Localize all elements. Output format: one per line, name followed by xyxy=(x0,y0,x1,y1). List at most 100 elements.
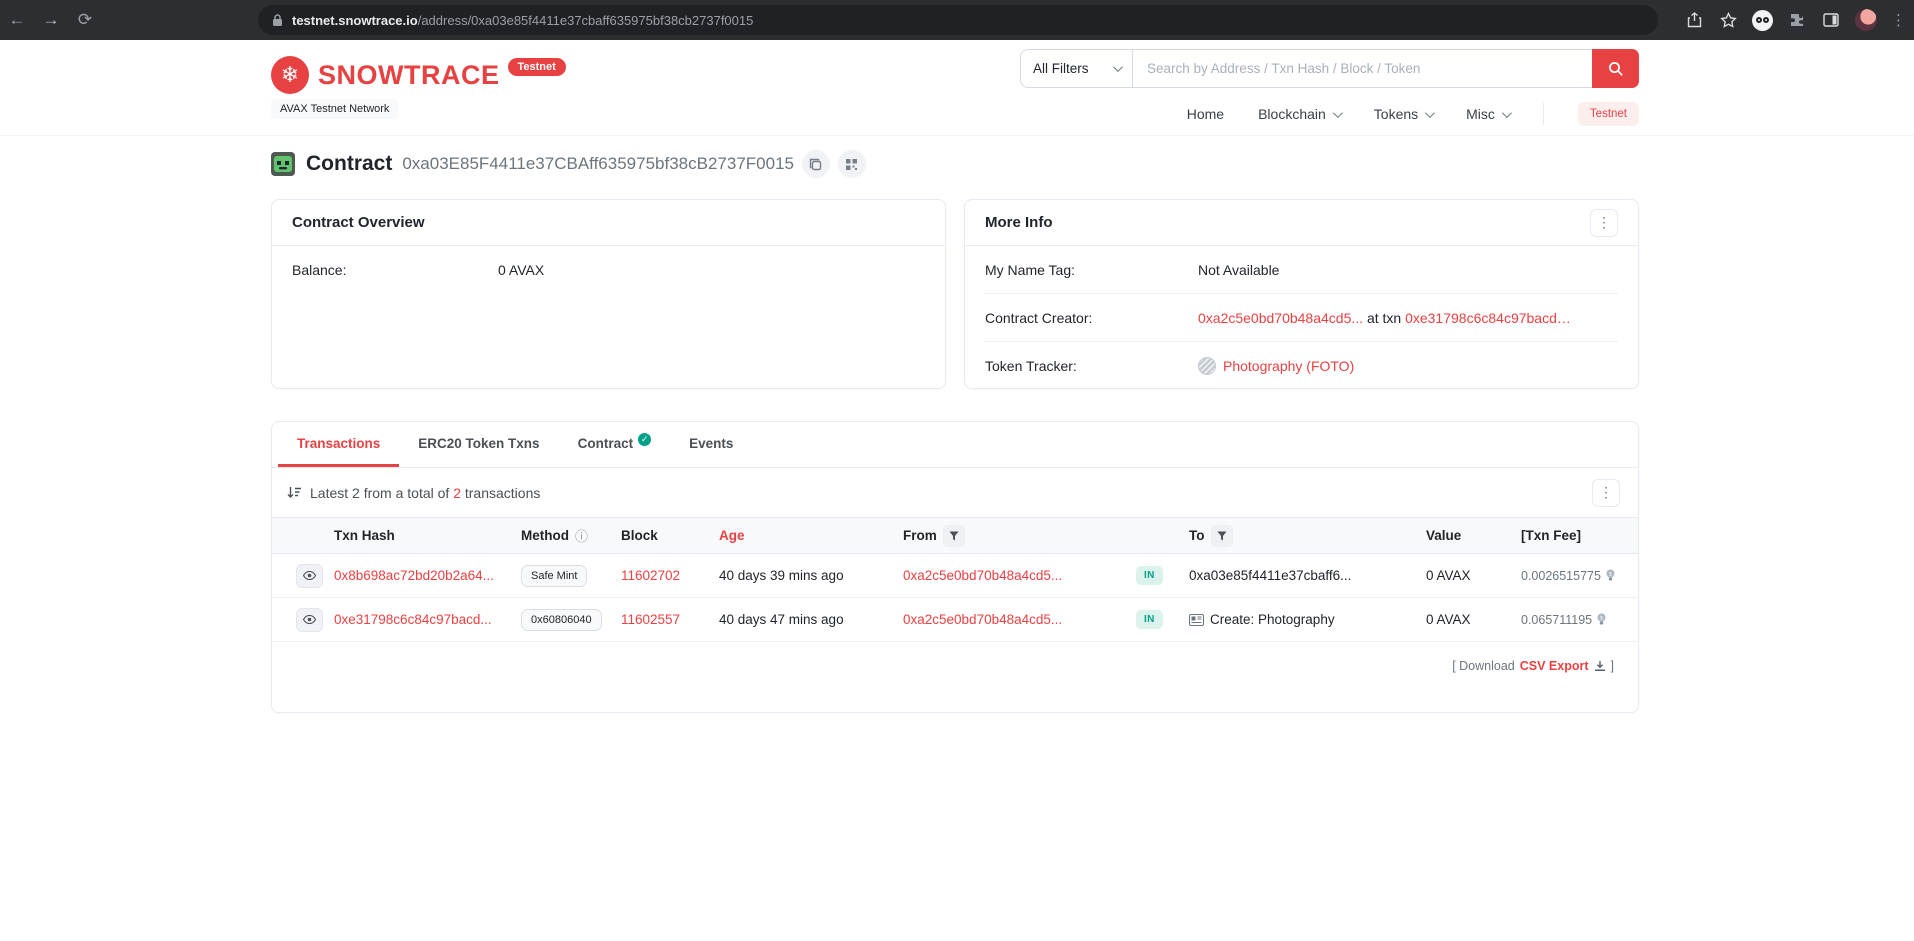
token-logo-icon xyxy=(1198,356,1216,375)
nav-misc[interactable]: Misc xyxy=(1466,106,1512,122)
snowtrace-contract-page: ← → ⟳ testnet.snowtrace.io/address/0xa03… xyxy=(0,0,1914,941)
contract-creator-label: Contract Creator: xyxy=(985,309,1093,326)
balance-value: 0 AVAX xyxy=(498,262,545,278)
search-filter-label: All Filters xyxy=(1033,61,1089,76)
bookmark-star-icon[interactable] xyxy=(1718,10,1738,30)
chevron-down-icon xyxy=(1425,107,1436,118)
table-row: 0xe31798c6c84c97bacd... 0x60806040 11602… xyxy=(272,598,1638,642)
at-txn-text: at txn xyxy=(1366,309,1402,326)
col-age[interactable]: Age xyxy=(719,528,903,543)
network-label: AVAX Testnet Network xyxy=(271,99,399,119)
txn-summary-text: Latest 2 from a total of 2 transactions xyxy=(310,484,541,501)
url-path: /address/0xa03e85f4411e37cbaff635975bf38… xyxy=(417,12,754,28)
to-contract-name: Create: Photography xyxy=(1210,612,1335,627)
nav-home[interactable]: Home xyxy=(1187,106,1224,122)
name-tag-value: Not Available xyxy=(1198,261,1280,278)
block-link[interactable]: 11602702 xyxy=(621,568,680,583)
page-title-row: Contract 0xa03E85F4411e37CBAff635975bf38… xyxy=(271,150,866,178)
txn-hash-link[interactable]: 0xe31798c6c84c97bacd... xyxy=(334,612,492,627)
info-icon[interactable]: ⓘ xyxy=(575,526,588,545)
extension-owl-icon[interactable] xyxy=(1752,9,1773,31)
age-value: 40 days 39 mins ago xyxy=(719,568,844,583)
col-value: Value xyxy=(1426,528,1462,543)
browser-reload-icon[interactable]: ⟳ xyxy=(68,10,102,30)
browser-forward-icon[interactable]: → xyxy=(34,10,68,30)
eye-icon xyxy=(303,571,316,580)
nav-tokens[interactable]: Tokens xyxy=(1374,106,1436,122)
search-button[interactable] xyxy=(1592,49,1639,88)
to-filter-button[interactable] xyxy=(1210,524,1233,547)
tab-events[interactable]: Events xyxy=(670,422,752,467)
nav-blockchain[interactable]: Blockchain xyxy=(1258,106,1343,122)
contract-overview-card: Contract Overview Balance: 0 AVAX xyxy=(271,199,946,389)
extensions-puzzle-icon[interactable] xyxy=(1787,10,1807,30)
site-header: ❄ SNOWTRACE Testnet AVAX Testnet Network… xyxy=(0,40,1914,136)
nav-testnet-badge[interactable]: Testnet xyxy=(1577,102,1639,126)
csv-export-link[interactable]: CSV Export xyxy=(1520,659,1589,673)
col-block: Block xyxy=(621,528,658,543)
brand-testnet-badge: Testnet xyxy=(507,58,566,76)
contract-creation-icon xyxy=(1189,613,1204,626)
browser-profile-avatar[interactable] xyxy=(1855,9,1877,31)
col-method: Method ⓘ xyxy=(521,526,589,545)
to-address: 0xa03e85f4411e37cbaff6... xyxy=(1189,568,1352,583)
gas-lightbulb-icon[interactable]: $ xyxy=(1596,613,1607,627)
side-panel-icon[interactable] xyxy=(1821,10,1841,30)
method-badge: Safe Mint xyxy=(521,564,588,587)
chevron-down-icon xyxy=(1332,107,1343,118)
funnel-icon xyxy=(949,531,959,540)
address-identicon xyxy=(271,152,295,176)
txn-hash-link[interactable]: 0x8b698ac72bd20b2a64... xyxy=(334,568,494,583)
browser-menu-icon[interactable]: ⋮ xyxy=(1891,11,1906,29)
share-icon[interactable] xyxy=(1684,10,1704,30)
creator-address-link[interactable]: 0xa2c5e0bd70b48a4cd5... xyxy=(1198,310,1363,326)
search-filter-dropdown[interactable]: All Filters xyxy=(1021,50,1133,87)
value-cell: 0 AVAX xyxy=(1426,568,1471,583)
gas-lightbulb-icon[interactable]: $ xyxy=(1605,569,1616,583)
col-txn-fee: [Txn Fee] xyxy=(1521,528,1582,543)
more-info-card-title: More Info xyxy=(985,214,1053,231)
search-input[interactable] xyxy=(1133,50,1592,87)
from-address-link[interactable]: 0xa2c5e0bd70b48a4cd5... xyxy=(903,612,1062,627)
lock-icon xyxy=(273,13,282,26)
browser-toolbar: ← → ⟳ testnet.snowtrace.io/address/0xa03… xyxy=(0,0,1914,40)
svg-text:$: $ xyxy=(1600,615,1604,621)
snowflake-logo-icon: ❄ xyxy=(271,56,309,94)
tab-transactions[interactable]: Transactions xyxy=(278,422,400,467)
tab-erc20-token-txns[interactable]: ERC20 Token Txns xyxy=(399,422,558,467)
value-cell: 0 AVAX xyxy=(1426,612,1471,627)
svg-text:$: $ xyxy=(1609,571,1613,577)
block-link[interactable]: 11602557 xyxy=(621,612,680,627)
table-row: 0x8b698ac72bd20b2a64... Safe Mint 116027… xyxy=(272,554,1638,598)
tab-contract[interactable]: Contract ✓ xyxy=(559,422,671,467)
overview-card-title: Contract Overview xyxy=(292,214,425,231)
chevron-down-icon xyxy=(1112,62,1123,73)
from-filter-button[interactable] xyxy=(942,524,965,547)
brand-logo[interactable]: ❄ SNOWTRACE Testnet xyxy=(271,56,566,94)
address-bar[interactable]: testnet.snowtrace.io/address/0xa03e85f44… xyxy=(258,5,1658,35)
token-tracker-link[interactable]: Photography (FOTO) xyxy=(1223,358,1354,374)
verified-check-icon: ✓ xyxy=(638,432,652,446)
balance-label: Balance: xyxy=(292,262,347,278)
table-options-button[interactable]: ⋮ xyxy=(1592,478,1620,507)
page-title: Contract xyxy=(306,152,393,175)
more-info-card: More Info ⋮ My Name Tag: Not Available C… xyxy=(964,199,1639,389)
chevron-down-icon xyxy=(1501,107,1512,118)
transactions-toolbar: Latest 2 from a total of 2 transactions … xyxy=(272,468,1638,517)
preview-txn-button[interactable] xyxy=(296,607,323,632)
main-nav: Home Blockchain Tokens Misc Testnet xyxy=(1187,102,1639,126)
col-txn-hash: Txn Hash xyxy=(334,528,395,543)
txn-fee: 0.0026515775 xyxy=(1521,568,1601,583)
preview-txn-button[interactable] xyxy=(296,563,323,588)
qr-code-button[interactable] xyxy=(837,150,866,178)
method-badge: 0x60806040 xyxy=(521,608,602,631)
txn-total-count: 2 xyxy=(453,484,461,501)
browser-back-icon[interactable]: ← xyxy=(0,10,34,30)
tab-bar: Transactions ERC20 Token Txns Contract ✓ … xyxy=(272,422,1638,468)
from-address-link[interactable]: 0xa2c5e0bd70b48a4cd5... xyxy=(903,568,1062,583)
copy-address-button[interactable] xyxy=(801,150,830,178)
token-tracker-label: Token Tracker: xyxy=(985,357,1077,374)
copy-icon xyxy=(810,158,822,170)
more-info-menu-button[interactable]: ⋮ xyxy=(1590,208,1618,237)
creation-txn-link[interactable]: 0xe31798c6c84c97bacd… xyxy=(1405,310,1571,326)
